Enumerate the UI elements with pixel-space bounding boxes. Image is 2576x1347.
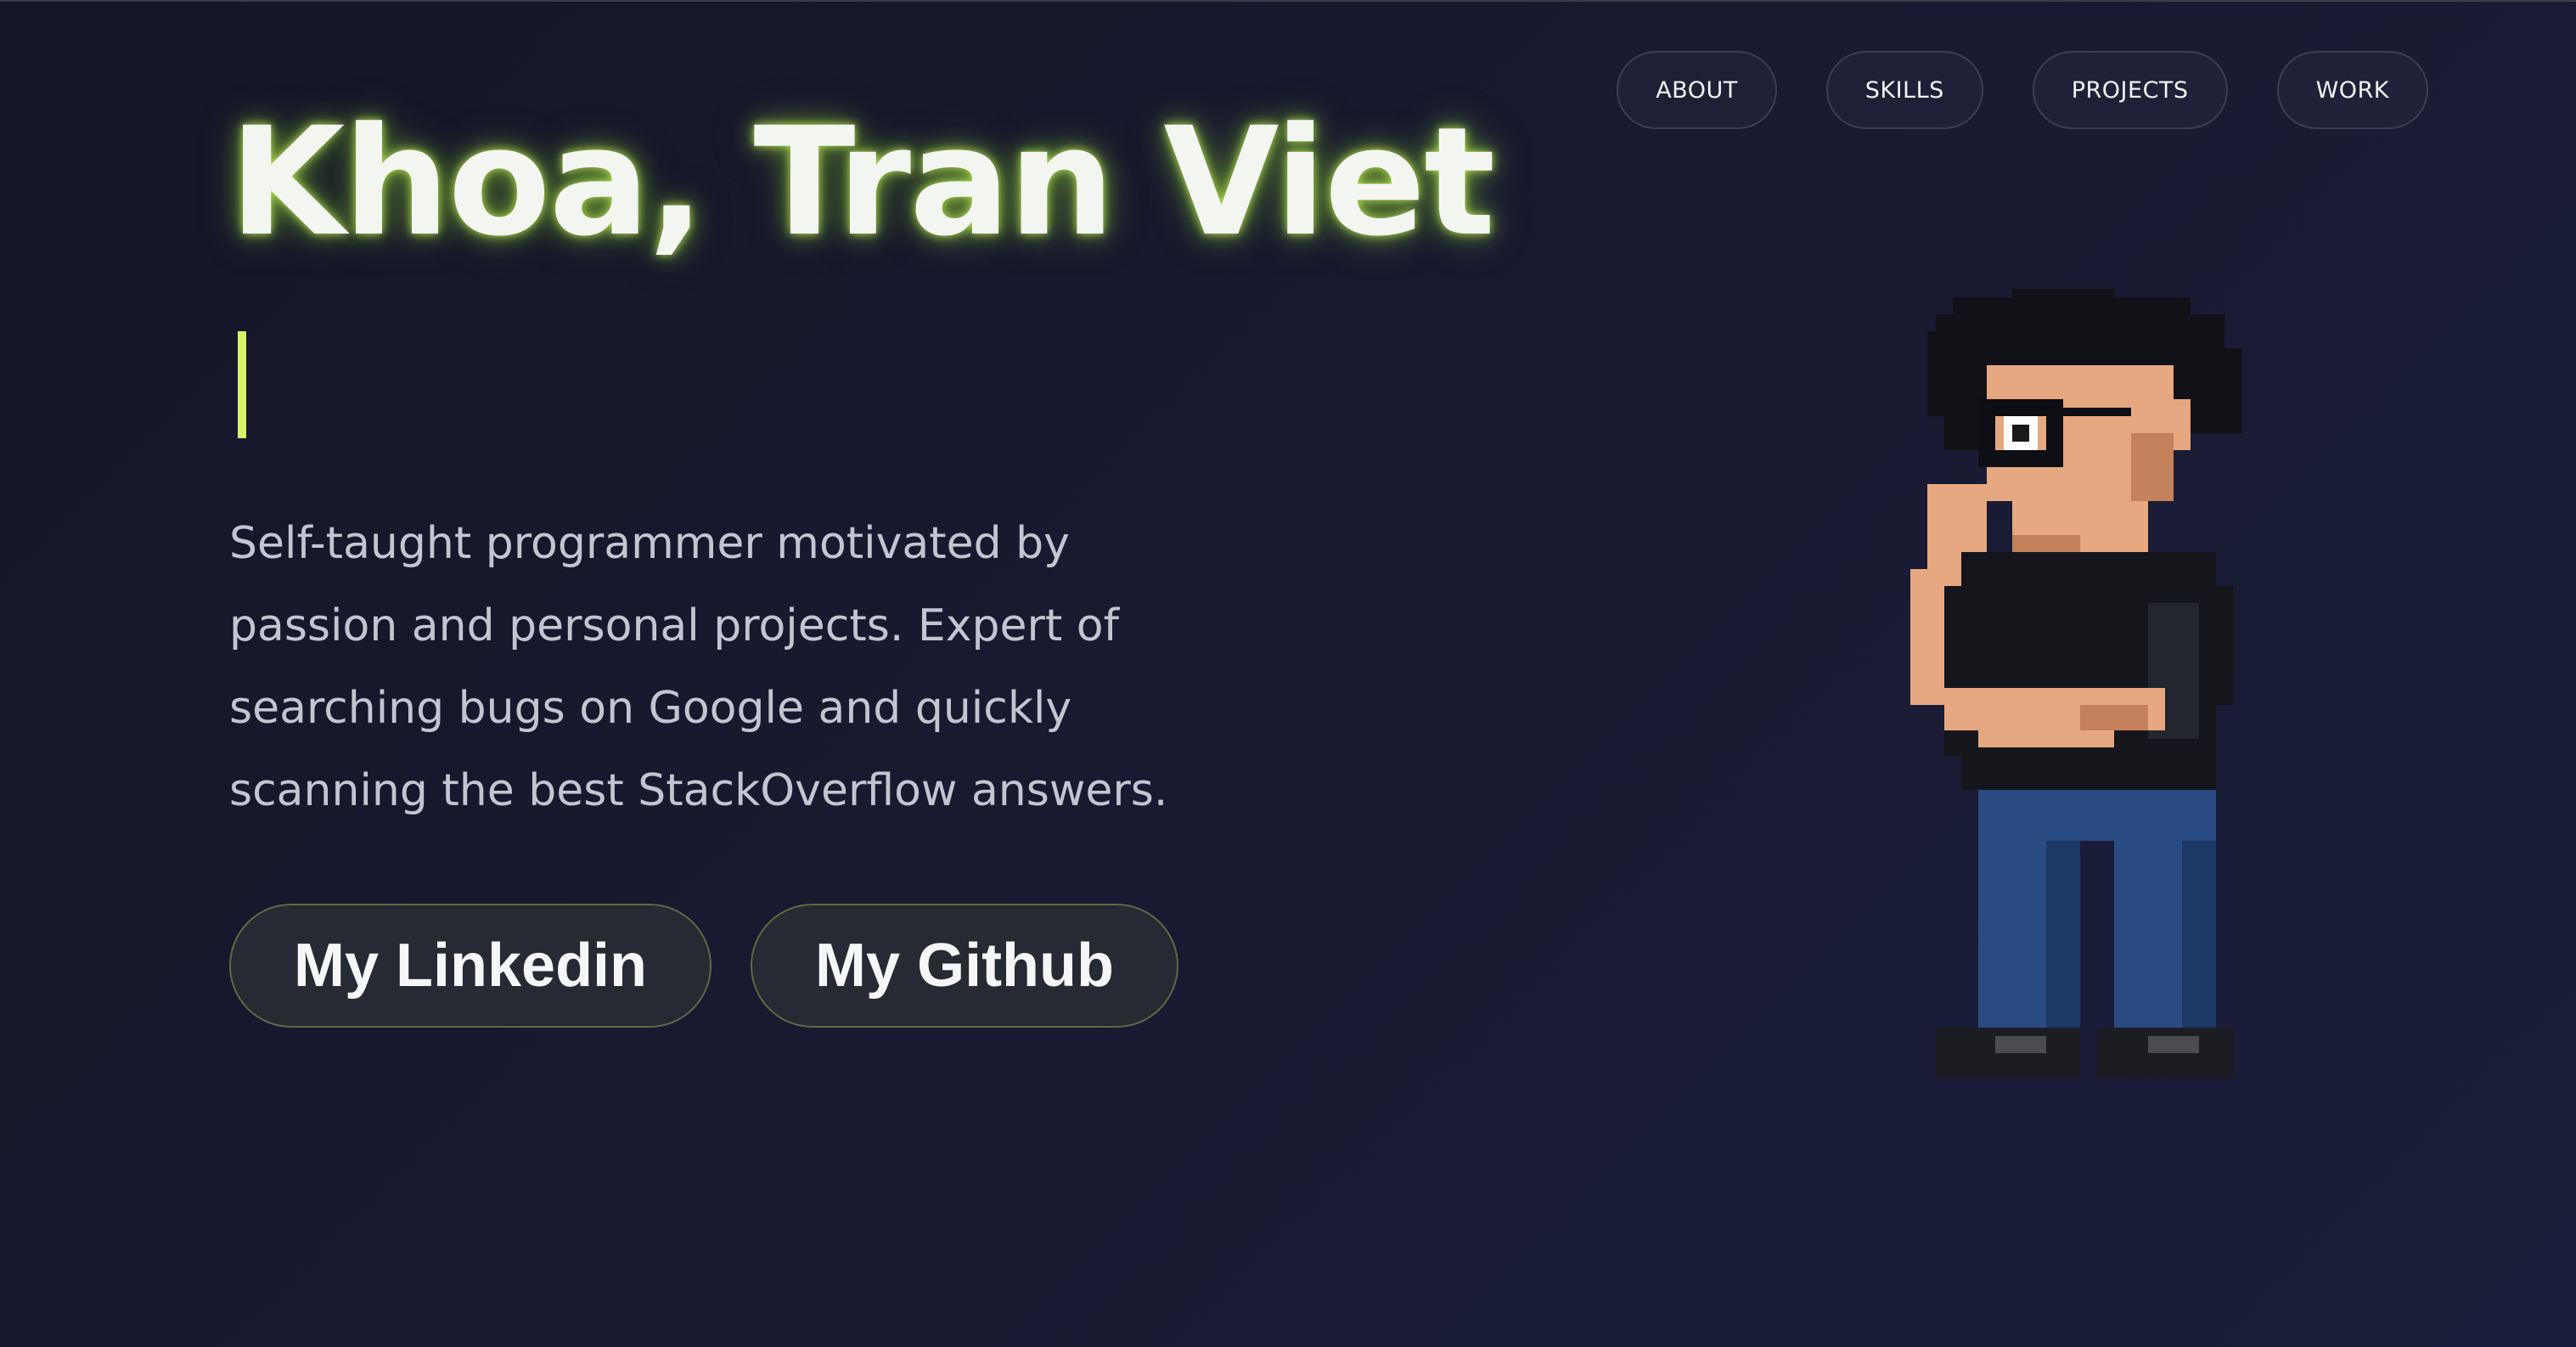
typing-cursor xyxy=(238,331,246,438)
nav-about-button[interactable]: ABOUT xyxy=(1617,51,1777,129)
hero-bio-text: Self-taught programmer motivated by pass… xyxy=(229,518,1168,816)
hero-name-heading: Khoa, Tran Viet xyxy=(229,95,1495,269)
nav-work-button[interactable]: WORK xyxy=(2276,51,2428,129)
top-navigation: ABOUT SKILLS PROJECTS WORK xyxy=(1617,51,2428,129)
pixel-art-programmer-icon xyxy=(1910,289,2241,1079)
top-border xyxy=(0,0,2576,2)
github-button[interactable]: My Github xyxy=(751,904,1178,1028)
linkedin-button[interactable]: My Linkedin xyxy=(229,904,712,1028)
nav-skills-button[interactable]: SKILLS xyxy=(1825,51,1983,129)
jeans-shape xyxy=(1978,790,2216,1028)
nav-projects-button[interactable]: PROJECTS xyxy=(2032,51,2228,129)
hero-cta-row: My Linkedin My Github xyxy=(229,904,1178,1028)
arm-shade xyxy=(2080,705,2148,730)
eye xyxy=(2012,425,2029,442)
